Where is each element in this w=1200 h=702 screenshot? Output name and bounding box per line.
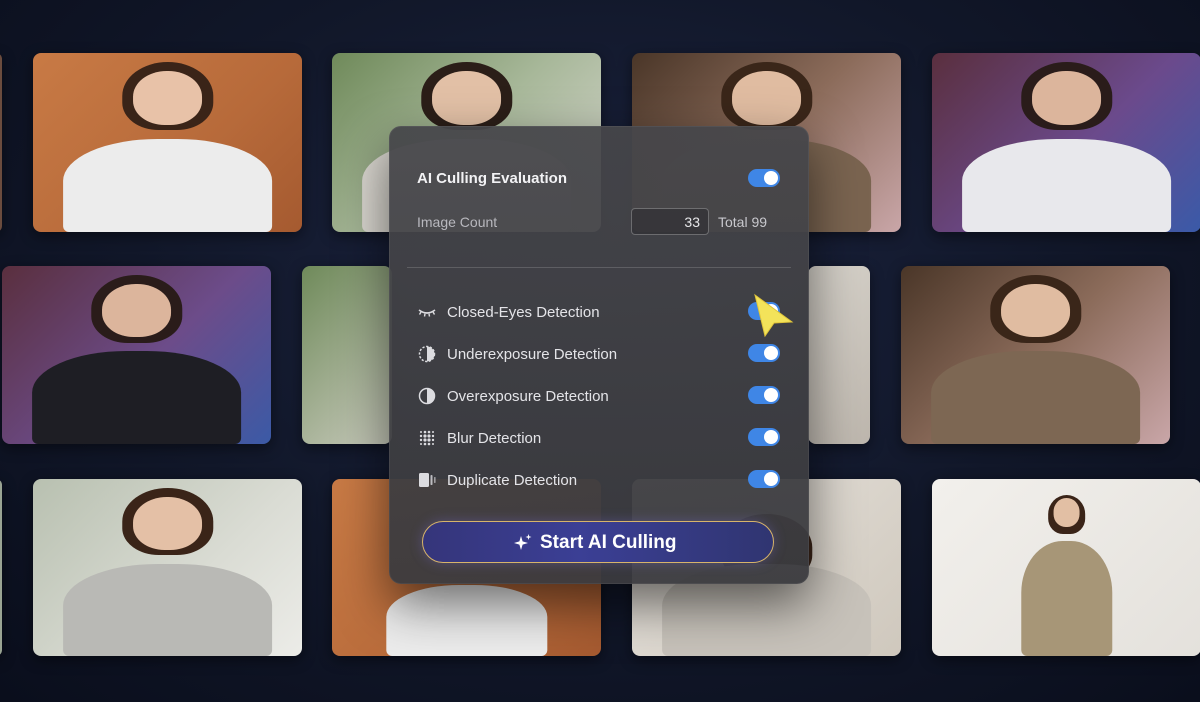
detection-label: Underexposure Detection [447, 346, 618, 363]
underexposure-toggle[interactable] [748, 344, 780, 362]
overexposure-icon [418, 387, 436, 405]
detection-label: Overexposure Detection [447, 388, 609, 405]
toggle-knob [764, 346, 778, 360]
toggle-knob [764, 430, 778, 444]
photo-thumbnail[interactable] [0, 53, 2, 232]
toggle-knob [764, 472, 778, 486]
underexposure-icon [418, 345, 436, 363]
overexposure-toggle[interactable] [748, 386, 780, 404]
detection-label: Blur Detection [447, 430, 542, 447]
photo-thumbnail[interactable] [901, 266, 1170, 444]
divider [407, 267, 791, 268]
total-count: Total 99 [718, 214, 768, 230]
image-count-input[interactable]: 33 [631, 208, 709, 235]
start-ai-culling-button[interactable]: Start AI Culling [422, 521, 774, 563]
detection-row-duplicate: Duplicate Detection [417, 469, 747, 491]
photo-thumbnail[interactable] [33, 479, 302, 656]
start-button-label: Start AI Culling [540, 532, 677, 553]
detection-label: Duplicate Detection [447, 472, 578, 489]
blur-toggle[interactable] [748, 428, 780, 446]
ai-culling-panel: AI Culling Evaluation Image Count 33 Tot… [389, 126, 809, 584]
closed-eyes-icon [418, 309, 436, 317]
ai-culling-toggle[interactable] [748, 169, 780, 187]
photo-thumbnail[interactable] [2, 266, 271, 444]
photo-thumbnail[interactable] [932, 53, 1200, 232]
duplicate-toggle[interactable] [748, 470, 780, 488]
toggle-knob [764, 388, 778, 402]
image-count-label: Image Count [417, 214, 498, 230]
mouse-cursor-icon [754, 293, 794, 338]
photo-thumbnail[interactable] [808, 266, 870, 444]
photo-thumbnail[interactable] [33, 53, 302, 232]
detection-row-overexposure: Overexposure Detection [417, 385, 747, 407]
photo-thumbnail[interactable] [302, 266, 392, 444]
detection-row-underexposure: Underexposure Detection [417, 343, 747, 365]
duplicate-icon [419, 473, 436, 487]
detection-label: Closed-Eyes Detection [447, 304, 600, 321]
detection-row-blur: Blur Detection [417, 427, 747, 449]
photo-thumbnail[interactable] [0, 479, 2, 656]
photo-thumbnail[interactable] [932, 479, 1200, 656]
sparkle-icon [514, 534, 532, 550]
panel-title: AI Culling Evaluation [417, 170, 568, 187]
detection-row-closed-eyes: Closed-Eyes Detection [417, 301, 747, 323]
toggle-knob [764, 171, 778, 185]
blur-icon [419, 430, 435, 446]
